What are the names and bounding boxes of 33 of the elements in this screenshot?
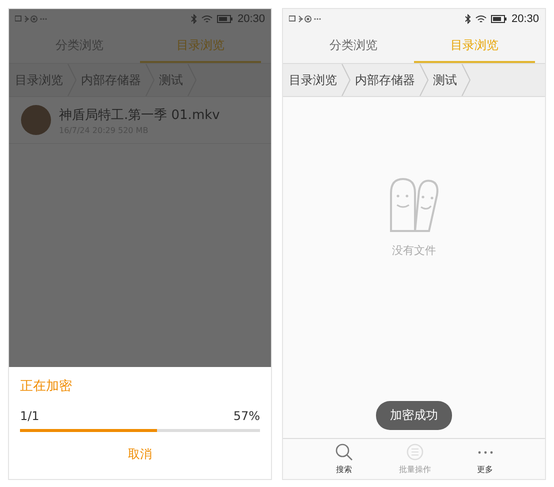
progress-count: 1/1 [20, 409, 40, 423]
thumbnail-placeholder [21, 105, 51, 135]
cancel-button[interactable]: 取消 [122, 445, 158, 464]
toolbar-button[interactable]: 更多 [471, 439, 499, 479]
breadcrumb-separator-icon [419, 64, 429, 96]
dialog-title: 正在加密 [20, 378, 73, 395]
bluetooth-icon [465, 14, 472, 24]
status-time: 20:30 [511, 13, 539, 25]
breadcrumb-item[interactable]: 内部存储器 [351, 72, 419, 88]
breadcrumb-separator-icon [187, 64, 197, 96]
breadcrumb-item[interactable]: 目录浏览 [285, 72, 341, 88]
breadcrumb-item[interactable]: 测试 [429, 72, 461, 88]
wifi-icon [201, 14, 214, 24]
notification-icons [15, 15, 49, 23]
tab[interactable]: 分类浏览 [293, 29, 414, 63]
toast: 加密成功 [376, 401, 452, 430]
list-circle-icon [406, 443, 424, 461]
search-icon [335, 443, 353, 461]
breadcrumb-separator-icon [461, 64, 471, 96]
more-icon [478, 450, 492, 454]
bluetooth-icon [191, 14, 198, 24]
toolbar-button[interactable]: 搜索 [329, 439, 359, 479]
battery-icon [491, 15, 508, 23]
breadcrumb-separator-icon [341, 64, 351, 96]
status-time: 20:30 [237, 13, 265, 25]
empty-folder-faces-icon [387, 177, 441, 233]
notification-icons [289, 15, 323, 23]
battery-icon [217, 15, 234, 23]
breadcrumb-separator-icon [145, 64, 155, 96]
wifi-icon [475, 14, 488, 24]
progress-percent: 57% [233, 409, 260, 423]
empty-message: 没有文件 [392, 243, 436, 258]
file-name: 神盾局特工.第一季 01.mkv [59, 106, 220, 124]
